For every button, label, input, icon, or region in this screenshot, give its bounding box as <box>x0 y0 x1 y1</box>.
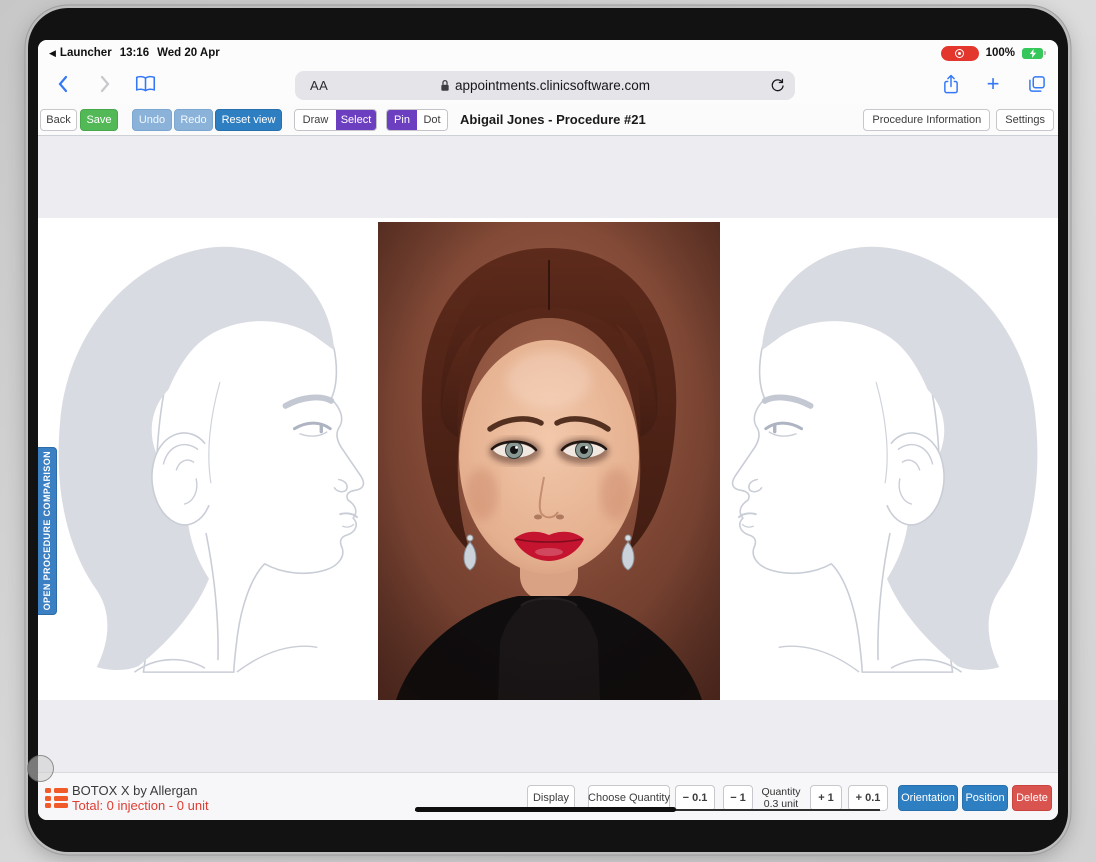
position-button[interactable]: Position <box>962 785 1008 811</box>
comparison-tab-label: OPEN PROCEDURE COMPARISON <box>42 451 52 610</box>
url-host: appointments.clinicsoftware.com <box>295 78 795 93</box>
screen-recording-indicator[interactable] <box>941 46 979 61</box>
date: Wed 20 Apr <box>157 47 220 59</box>
plus-0-1-button[interactable]: + 0.1 <box>848 785 888 811</box>
return-to-app-button[interactable]: ◀ Launcher <box>49 47 112 59</box>
product-list-icon <box>45 788 68 810</box>
procedure-toolbar: Back Save Undo Redo Reset view Draw Sele… <box>38 104 1058 136</box>
open-procedure-comparison-tab[interactable]: OPEN PROCEDURE COMPARISON <box>38 447 57 615</box>
battery-percent: 100% <box>986 47 1015 59</box>
browser-toolbar: AA appointments.clinicsoftware.com <box>38 66 1058 104</box>
patient-photo <box>378 222 720 700</box>
reload-icon <box>770 78 785 93</box>
page-title: Abigail Jones - Procedure #21 <box>460 112 646 127</box>
quantity-display: Quantity 0.3 unit <box>755 786 807 810</box>
delete-button[interactable]: Delete <box>1012 785 1052 811</box>
tabs-button[interactable] <box>1024 71 1050 97</box>
touch-pointer-indicator <box>27 755 54 782</box>
save-button[interactable]: Save <box>80 109 118 131</box>
procedure-information-button[interactable]: Procedure Information <box>863 109 990 131</box>
undo-button[interactable]: Undo <box>132 109 172 131</box>
select-button[interactable]: Select <box>336 110 376 130</box>
face-profile-diagram-right <box>716 223 1058 690</box>
screen: ◀ Launcher 13:16 Wed 20 Apr 100% <box>38 40 1058 820</box>
back-button[interactable]: Back <box>40 109 77 131</box>
redo-button[interactable]: Redo <box>174 109 213 131</box>
bottom-action-bar: BOTOX X by Allergan Total: 0 injection -… <box>38 772 1058 820</box>
tabs-icon <box>1027 74 1047 94</box>
draw-button[interactable]: Draw <box>295 110 336 130</box>
battery-icon <box>1022 48 1046 59</box>
chevron-right-icon <box>99 75 111 93</box>
horizontal-scrollbar-handle[interactable] <box>415 807 676 812</box>
pin-dot-toggle: Pin Dot <box>386 109 448 131</box>
plus-icon: + <box>987 74 1000 94</box>
quantity-label: Quantity <box>755 786 807 798</box>
injection-total: Total: 0 injection - 0 unit <box>72 798 209 813</box>
pin-button[interactable]: Pin <box>387 110 417 130</box>
minus-0-1-button[interactable]: − 0.1 <box>675 785 715 811</box>
canvas-margin-bottom <box>38 700 1058 772</box>
minus-1-button[interactable]: − 1 <box>723 785 753 811</box>
bookmarks-button[interactable] <box>132 71 158 97</box>
procedure-canvas[interactable] <box>38 218 1058 700</box>
record-icon <box>955 49 964 58</box>
return-triangle-icon: ◀ <box>49 48 56 59</box>
ipad-device-frame: ◀ Launcher 13:16 Wed 20 Apr 100% <box>28 8 1068 852</box>
clock: 13:16 <box>120 47 149 59</box>
share-icon <box>942 73 960 95</box>
lock-icon <box>440 79 450 92</box>
browser-back-button[interactable] <box>52 71 74 97</box>
status-bar: ◀ Launcher 13:16 Wed 20 Apr 100% <box>38 40 1058 66</box>
orientation-button[interactable]: Orientation <box>898 785 958 811</box>
address-bar[interactable]: AA appointments.clinicsoftware.com <box>295 71 795 100</box>
browser-forward-button[interactable] <box>94 71 116 97</box>
reload-button[interactable] <box>770 78 785 93</box>
canvas-margin-top <box>38 136 1058 218</box>
face-profile-diagram-left <box>38 223 380 690</box>
chevron-left-icon <box>57 75 69 93</box>
reset-view-button[interactable]: Reset view <box>215 109 282 131</box>
dot-button[interactable]: Dot <box>417 110 447 130</box>
share-button[interactable] <box>938 71 964 97</box>
settings-button[interactable]: Settings <box>996 109 1054 131</box>
open-book-icon <box>135 75 156 93</box>
draw-select-toggle: Draw Select <box>294 109 377 131</box>
return-app-label: Launcher <box>60 47 112 59</box>
product-name: BOTOX X by Allergan <box>72 783 198 798</box>
plus-1-button[interactable]: + 1 <box>810 785 842 811</box>
new-tab-button[interactable]: + <box>980 71 1006 97</box>
